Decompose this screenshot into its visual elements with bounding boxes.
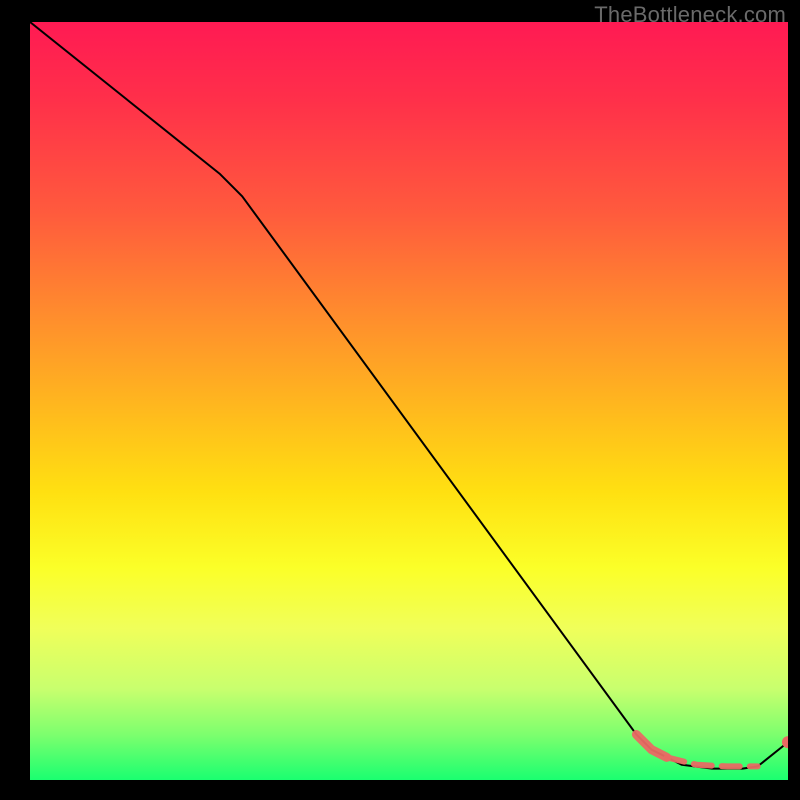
chart-overlay	[30, 22, 788, 780]
main-curve	[30, 22, 788, 769]
fit-segment-steep	[636, 735, 666, 758]
chart-stage: TheBottleneck.com	[0, 0, 800, 800]
plot-area	[30, 22, 788, 780]
